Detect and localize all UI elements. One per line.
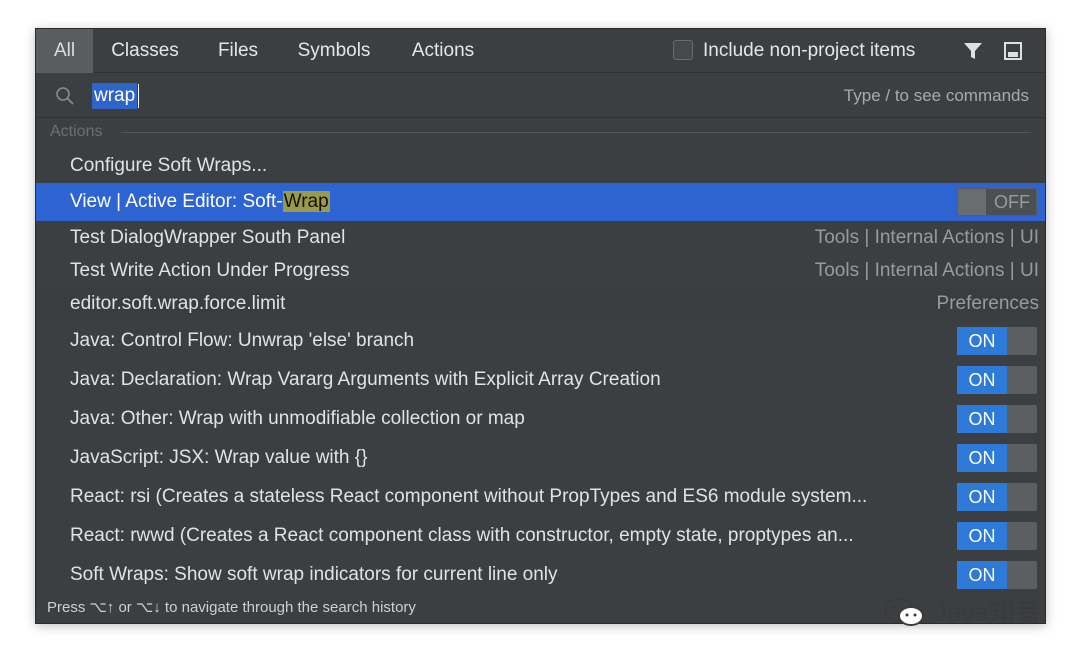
match-highlight: Wrap xyxy=(282,191,330,212)
search-input[interactable] xyxy=(91,82,691,110)
toggle-switch[interactable]: ON xyxy=(957,405,1037,433)
list-item-label: Soft Wraps: Show soft wrap indicators fo… xyxy=(70,564,558,585)
list-item-label: JavaScript: JSX: Wrap value with {} xyxy=(70,447,368,468)
tab-all[interactable]: All xyxy=(36,29,93,73)
toggle-state: ON xyxy=(957,366,1007,394)
list-item-label: Test DialogWrapper South Panel xyxy=(70,227,346,248)
list-item-label: editor.soft.wrap.force.limit xyxy=(70,293,286,314)
list-item[interactable]: editor.soft.wrap.force.limit Preferences xyxy=(36,287,1045,321)
group-divider xyxy=(121,132,1031,133)
toggle-switch[interactable]: OFF xyxy=(957,188,1037,216)
tab-classes[interactable]: Classes xyxy=(98,29,192,73)
label-prefix: View | Active Editor: Soft- xyxy=(70,191,283,212)
toggle-knob xyxy=(958,189,986,215)
search-row: wrap Type / to see commands xyxy=(36,74,1045,118)
toggle-state: OFF xyxy=(994,192,1030,212)
toggle-state: ON xyxy=(957,327,1007,355)
list-item[interactable]: Java: Other: Wrap with unmodifiable coll… xyxy=(36,399,1045,438)
list-item-label: View | Active Editor: Soft-Wrap xyxy=(70,183,330,221)
list-item[interactable]: Test DialogWrapper South Panel Tools | I… xyxy=(36,221,1045,255)
list-item-selected[interactable]: View | Active Editor: Soft-Wrap OFF xyxy=(36,183,1045,221)
list-item-location: Tools | Internal Actions | UI xyxy=(814,260,1039,281)
list-item-location: Preferences xyxy=(936,293,1039,314)
list-item[interactable]: Java: Control Flow: Unwrap 'else' branch… xyxy=(36,321,1045,360)
search-everywhere-popup: All Classes Files Symbols Actions Includ… xyxy=(35,28,1046,624)
open-in-window-icon[interactable] xyxy=(1002,40,1024,62)
list-item-label: Configure Soft Wraps... xyxy=(70,155,268,176)
toggle-switch[interactable]: ON xyxy=(957,444,1037,472)
wechat-logo-icon xyxy=(884,598,924,626)
tab-bar: All Classes Files Symbols Actions Includ… xyxy=(36,29,1045,73)
search-icon xyxy=(55,86,75,106)
list-item[interactable]: React: rsi (Creates a stateless React co… xyxy=(36,477,1045,516)
list-item[interactable]: Test Write Action Under Progress Tools |… xyxy=(36,255,1045,287)
toggle-switch[interactable]: ON xyxy=(957,483,1037,511)
toggle-switch[interactable]: ON xyxy=(957,522,1037,550)
include-non-project-label: Include non-project items xyxy=(703,40,916,61)
list-item-label: React: rsi (Creates a stateless React co… xyxy=(70,486,868,507)
toggle-switch[interactable]: ON xyxy=(957,327,1037,355)
tab-files[interactable]: Files xyxy=(206,29,270,73)
toggle-state: ON xyxy=(957,561,1007,589)
list-item[interactable]: Java: Declaration: Wrap Vararg Arguments… xyxy=(36,360,1045,399)
toggle-switch[interactable]: ON xyxy=(957,561,1037,589)
toggle-state: ON xyxy=(957,522,1007,550)
search-hint: Type / to see commands xyxy=(843,86,1029,105)
toggle-state: ON xyxy=(957,483,1007,511)
watermark-text: Java知音 xyxy=(934,597,1041,627)
include-non-project-checkbox[interactable] xyxy=(673,40,693,60)
list-item[interactable]: Configure Soft Wraps... xyxy=(36,149,1045,183)
tab-symbols[interactable]: Symbols xyxy=(286,29,382,73)
list-item-label: Java: Other: Wrap with unmodifiable coll… xyxy=(70,408,525,429)
text-caret xyxy=(138,84,139,108)
toggle-switch[interactable]: ON xyxy=(957,366,1037,394)
search-query[interactable]: wrap xyxy=(92,83,138,109)
list-item-label: React: rwwd (Creates a React component c… xyxy=(70,525,854,546)
list-item-label: Java: Declaration: Wrap Vararg Arguments… xyxy=(70,369,661,390)
group-header-actions: Actions xyxy=(36,119,1045,147)
toggle-state: ON xyxy=(957,444,1007,472)
list-item[interactable]: Soft Wraps: Show soft wrap indicators fo… xyxy=(36,555,1045,594)
toggle-state: ON xyxy=(957,405,1007,433)
list-item-location: Tools | Internal Actions | UI xyxy=(814,227,1039,248)
group-label: Actions xyxy=(50,123,103,140)
filter-icon[interactable] xyxy=(962,40,984,62)
list-item-label: Test Write Action Under Progress xyxy=(70,260,350,281)
tab-actions[interactable]: Actions xyxy=(398,29,488,73)
list-item[interactable]: React: rwwd (Creates a React component c… xyxy=(36,516,1045,555)
footer-hint: Press ⌥↑ or ⌥↓ to navigate through the s… xyxy=(47,599,416,616)
list-item[interactable]: JavaScript: JSX: Wrap value with {} ON xyxy=(36,438,1045,477)
list-item-label: Java: Control Flow: Unwrap 'else' branch xyxy=(70,330,415,351)
